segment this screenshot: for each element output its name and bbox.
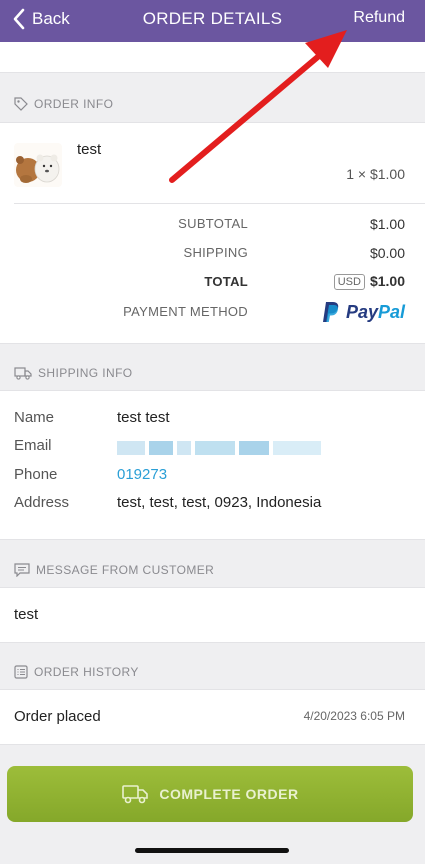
navigation-bar: Back ORDER DETAILS Refund (0, 0, 425, 42)
truck-icon (14, 366, 32, 380)
order-history-heading: ORDER HISTORY (34, 665, 139, 679)
total-label: TOTAL (204, 274, 248, 289)
phone-row: Phone 019273 (14, 466, 411, 490)
email-row: Email (14, 437, 411, 461)
top-card-fragment (0, 42, 425, 73)
subtotal-value: $1.00 (369, 216, 405, 232)
customer-message: test (14, 606, 39, 623)
order-info-header: ORDER INFO (0, 84, 425, 124)
paypal-text-pal: Pal (377, 301, 405, 322)
currency-badge: USD (333, 274, 365, 290)
name-value: test test (117, 409, 170, 426)
payment-method-label: PAYMENT METHOD (123, 304, 248, 319)
history-timestamp: 4/20/2023 6:05 PM (303, 709, 405, 723)
delivery-truck-icon (122, 785, 149, 804)
address-value: test, test, test, 0923, Indonesia (117, 494, 322, 511)
order-divider (14, 203, 425, 204)
refund-button[interactable]: Refund (353, 9, 405, 27)
history-event: Order placed (14, 708, 101, 725)
name-row: Name test test (14, 409, 411, 433)
phone-link[interactable]: 019273 (117, 466, 167, 483)
order-history-header: ORDER HISTORY (0, 652, 425, 692)
paypal-icon (322, 302, 339, 322)
product-image[interactable] (14, 143, 62, 187)
total-value-group: USD $1.00 (333, 273, 405, 290)
message-card (0, 587, 425, 643)
paypal-logo: Pay Pal (322, 301, 405, 323)
shipping-info-heading: SHIPPING INFO (38, 366, 133, 380)
email-label: Email (14, 437, 52, 454)
name-label: Name (14, 409, 55, 426)
shipping-value: $0.00 (369, 245, 405, 261)
complete-order-label: COMPLETE ORDER (159, 786, 299, 802)
message-heading: MESSAGE FROM CUSTOMER (36, 563, 215, 577)
address-row: Address test, test, test, 0923, Indonesi… (14, 494, 411, 518)
message-icon (14, 563, 30, 577)
list-icon (14, 665, 28, 679)
complete-order-button[interactable]: COMPLETE ORDER (7, 766, 413, 822)
shipping-label: SHIPPING (183, 245, 248, 260)
phone-label: Phone (14, 466, 58, 483)
total-value: $1.00 (369, 273, 405, 289)
email-value-redacted[interactable] (117, 441, 321, 455)
tag-icon (14, 97, 28, 111)
product-name: test (77, 141, 102, 158)
subtotal-label: SUBTOTAL (178, 216, 248, 231)
bear-illustration (14, 143, 62, 187)
paypal-text-pay: Pay (345, 301, 378, 322)
message-header: MESSAGE FROM CUSTOMER (0, 550, 425, 590)
address-label: Address (14, 494, 70, 511)
order-info-heading: ORDER INFO (34, 97, 114, 111)
product-quantity-price: 1 × $1.00 (346, 166, 405, 182)
home-indicator (135, 848, 289, 853)
shipping-info-header: SHIPPING INFO (0, 353, 425, 393)
